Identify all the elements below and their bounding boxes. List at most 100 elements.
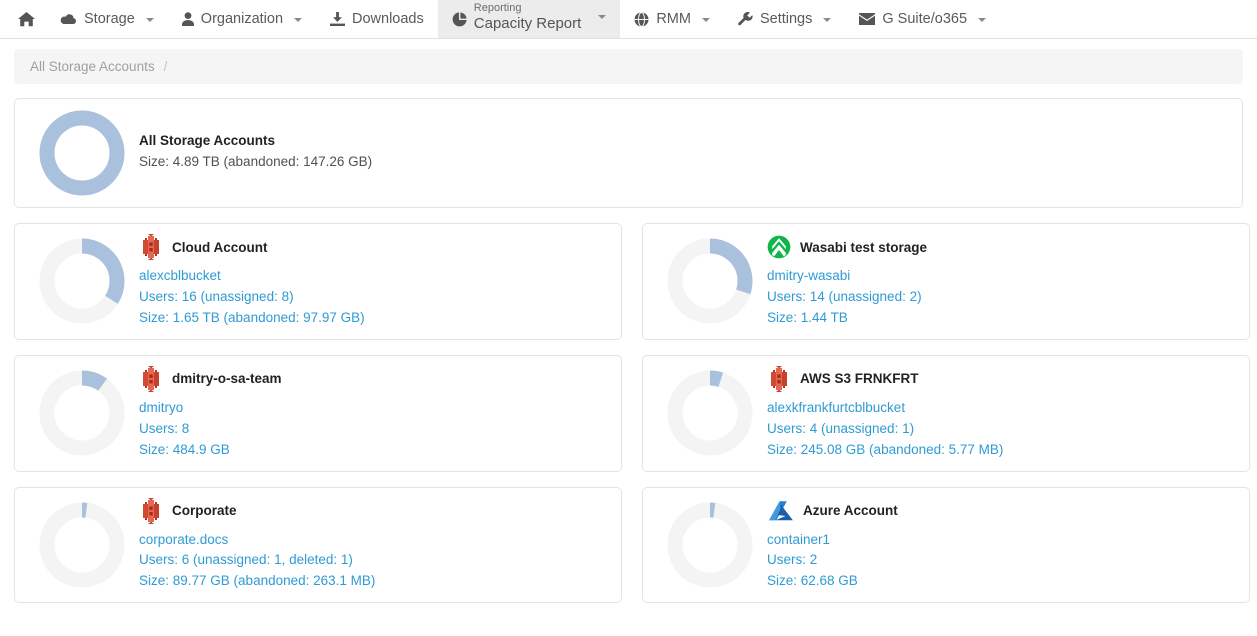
card-aws-s3-frnkfrt[interactable]: AWS S3 FRNKFRT alexkfrankfurtcblbucket U… (642, 354, 1250, 472)
card-bucket-link[interactable]: dmitryo (139, 398, 609, 419)
card-bucket-link[interactable]: alexcblbucket (139, 266, 609, 287)
accounts-row-1: Cloud Account alexcblbucket Users: 16 (u… (14, 223, 1250, 340)
nav-item-organization-label: Organization (200, 11, 284, 27)
card-body: AWS S3 FRNKFRT alexkfrankfurtcblbucket U… (765, 365, 1237, 461)
chevron-down-icon (701, 18, 710, 22)
card-body: Corporate corporate.docs Users: 6 (unass… (137, 497, 609, 593)
cloud-icon (60, 13, 77, 25)
card-corporate[interactable]: Corporate corporate.docs Users: 6 (unass… (14, 486, 622, 604)
tab-sub-label: Reporting (473, 2, 522, 14)
card-bucket-link[interactable]: corporate.docs (139, 530, 609, 551)
card-users-line[interactable]: Users: 8 (139, 419, 609, 440)
azure-icon (769, 500, 793, 520)
chevron-down-icon (823, 18, 832, 22)
card-body: Wasabi test storage dmitry-wasabi Users:… (765, 234, 1237, 329)
card-size-line: Size: 4.89 TB (abandoned: 147.26 GB) (139, 154, 373, 170)
card-body: Cloud Account alexcblbucket Users: 16 (u… (137, 234, 609, 329)
breadcrumb: All Storage Accounts / (14, 49, 1243, 84)
nav-item-home[interactable] (8, 0, 46, 38)
card-users-line[interactable]: Users: 6 (unassigned: 1, deleted: 1) (139, 550, 609, 571)
breadcrumb-wrapper: All Storage Accounts / (0, 39, 1257, 84)
home-icon (18, 11, 35, 27)
chevron-down-icon (294, 18, 303, 22)
card-size-line[interactable]: Size: 89.77 GB (abandoned: 263.1 MB) (139, 571, 609, 592)
card-size-line[interactable]: Size: 1.65 TB (abandoned: 97.97 GB) (139, 308, 609, 329)
summary-column: All Storage Accounts Size: 4.89 TB (aban… (14, 98, 1243, 208)
capacity-report-content: All Storage Accounts Size: 4.89 TB (aban… (0, 84, 1257, 604)
donut-wrapper (27, 110, 137, 196)
card-title-wasabi-test-storage: Wasabi test storage (800, 239, 928, 255)
card-size-line[interactable]: Size: 484.9 GB (139, 440, 609, 461)
nav-item-organization[interactable]: Organization (168, 0, 316, 38)
accounts-row-3: Corporate corporate.docs Users: 6 (unass… (14, 486, 1250, 604)
card-bucket-link[interactable]: dmitry-wasabi (767, 266, 1237, 287)
summary-row: All Storage Accounts Size: 4.89 TB (aban… (14, 98, 1243, 208)
donut-chart-cloud-account (39, 238, 125, 324)
card-bucket-link[interactable]: container1 (767, 530, 1237, 551)
donut-wrapper (27, 502, 137, 588)
nav-item-storage[interactable]: Storage (46, 0, 168, 38)
card-body: Azure Account container1 Users: 2 Size: … (765, 498, 1237, 593)
card-azure-account[interactable]: Azure Account container1 Users: 2 Size: … (642, 486, 1250, 604)
nav-item-rmm[interactable]: RMM (620, 0, 724, 38)
breadcrumb-separator: / (163, 59, 168, 74)
card-bucket-link[interactable]: alexkfrankfurtcblbucket (767, 398, 1237, 419)
wasabi-icon (767, 235, 791, 259)
pie-chart-icon (452, 12, 467, 27)
card-title-row: Azure Account (767, 498, 1237, 524)
capacity-report-tab-stack: Reporting Capacity Report (473, 2, 582, 32)
card-wasabi-test-storage[interactable]: Wasabi test storage dmitry-wasabi Users:… (642, 223, 1250, 340)
aws-s3-bucket-icon (771, 365, 787, 392)
account-column-right: Azure Account container1 Users: 2 Size: … (642, 486, 1250, 604)
card-users-line[interactable]: Users: 2 (767, 550, 1237, 571)
wrench-icon (738, 11, 753, 27)
donut-wrapper (27, 238, 137, 324)
card-title-cloud-account: Cloud Account (172, 239, 268, 255)
donut-wrapper (27, 370, 137, 456)
nav-item-downloads[interactable]: Downloads (316, 0, 438, 38)
card-title-corporate: Corporate (172, 503, 237, 519)
donut-chart-all-storage-accounts (39, 110, 125, 196)
user-icon (181, 12, 194, 26)
card-title-row: Cloud Account (139, 234, 609, 260)
breadcrumb-item-all-storage-accounts[interactable]: All Storage Accounts (30, 59, 155, 74)
download-icon (330, 12, 346, 26)
envelope-icon (859, 13, 876, 25)
accounts-row-2: dmitry-o-sa-team dmitryo Users: 8 Size: … (14, 354, 1250, 472)
nav-item-gsuite-o365[interactable]: G Suite/o365 (845, 0, 1000, 38)
card-users-line[interactable]: Users: 4 (unassigned: 1) (767, 419, 1237, 440)
chevron-down-icon (978, 18, 987, 22)
card-users-line[interactable]: Users: 14 (unassigned: 2) (767, 287, 1237, 308)
account-column-left: Corporate corporate.docs Users: 6 (unass… (14, 486, 622, 604)
card-dmitry-o-sa-team[interactable]: dmitry-o-sa-team dmitryo Users: 8 Size: … (14, 354, 622, 472)
chevron-down-icon (145, 18, 154, 22)
card-body: All Storage Accounts Size: 4.89 TB (aban… (137, 133, 1230, 173)
chevron-down-icon (598, 15, 607, 19)
card-size-line[interactable]: Size: 245.08 GB (abandoned: 5.77 MB) (767, 440, 1237, 461)
card-cloud-account[interactable]: Cloud Account alexcblbucket Users: 16 (u… (14, 223, 622, 340)
donut-chart-dmitry-o-sa-team (39, 370, 125, 456)
nav-item-capacity-report[interactable]: Reporting Capacity Report (437, 0, 621, 38)
card-size-line[interactable]: Size: 1.44 TB (767, 308, 1237, 329)
tab-main-label: Capacity Report (473, 14, 582, 32)
nav-item-gsuite-label: G Suite/o365 (882, 11, 968, 27)
card-all-storage-accounts[interactable]: All Storage Accounts Size: 4.89 TB (aban… (14, 98, 1243, 208)
account-column-left: dmitry-o-sa-team dmitryo Users: 8 Size: … (14, 354, 622, 472)
donut-wrapper (655, 370, 765, 456)
nav-item-downloads-label: Downloads (352, 11, 424, 27)
nav-item-settings[interactable]: Settings (724, 0, 845, 38)
donut-chart-corporate (39, 502, 125, 588)
aws-s3-bucket-icon (143, 497, 159, 524)
aws-s3-bucket-icon (143, 234, 159, 260)
donut-wrapper (655, 502, 765, 588)
card-title-row: AWS S3 FRNKFRT (767, 365, 1237, 392)
card-users-line[interactable]: Users: 16 (unassigned: 8) (139, 287, 609, 308)
card-title-row: Wasabi test storage (767, 234, 1237, 260)
globe-icon (634, 11, 649, 27)
nav-item-settings-label: Settings (759, 11, 813, 27)
main-navbar: Storage Organization Downloads Reporting… (0, 0, 1257, 39)
donut-chart-azure-account (667, 502, 753, 588)
card-size-line[interactable]: Size: 62.68 GB (767, 571, 1237, 592)
donut-chart-aws-s3-frnkfrt (667, 370, 753, 456)
card-title-all-storage-accounts: All Storage Accounts (139, 133, 276, 149)
